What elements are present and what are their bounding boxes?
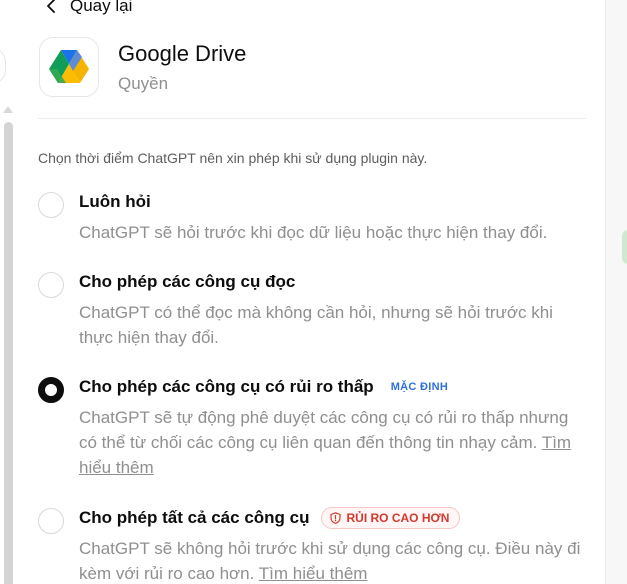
app-name: Google Drive	[118, 41, 247, 66]
chevron-left-icon	[47, 0, 55, 13]
option-description: ChatGPT sẽ tự động phê duyệt các công cụ…	[79, 405, 589, 480]
learn-more-link[interactable]: Tìm hiểu thêm	[259, 564, 368, 583]
option-title-text: Cho phép các công cụ đọc	[79, 272, 296, 291]
option-description: ChatGPT sẽ hỏi trước khi đọc dữ liệu hoặ…	[79, 223, 548, 242]
option-description: ChatGPT có thể đọc mà không cần hỏi, như…	[79, 303, 553, 347]
permissions-panel: Quay lại Google Drive Quyền Chọn thời đi…	[0, 0, 627, 584]
scroll-up-arrow-icon[interactable]	[3, 106, 13, 113]
sidebar-button-edge[interactable]	[0, 48, 6, 84]
back-button[interactable]: Quay lại	[46, 0, 132, 18]
background-page-peek	[606, 0, 627, 584]
option-allow-all-tools[interactable]: Cho phép tất cả các công cụ RỦI RO CAO H…	[38, 506, 598, 584]
option-title-text: Cho phép tất cả các công cụ	[79, 508, 310, 527]
header-divider	[38, 118, 586, 119]
scrollbar-thumb[interactable]	[4, 122, 13, 584]
higher-risk-badge-text: RỦI RO CAO HƠN	[346, 511, 450, 525]
left-gutter	[0, 0, 18, 584]
option-title: Cho phép các công cụ đọc	[79, 270, 598, 294]
background-element	[622, 230, 627, 264]
option-title: Luôn hỏi	[79, 190, 598, 214]
option-title-text: Cho phép các công cụ có rủi ro thấp	[79, 377, 374, 396]
option-always-ask[interactable]: Luôn hỏi ChatGPT sẽ hỏi trước khi đọc dữ…	[38, 190, 598, 245]
app-icon	[39, 37, 99, 97]
option-title: Cho phép tất cả các công cụ RỦI RO CAO H…	[79, 506, 598, 530]
radio-allow-all-tools[interactable]	[38, 508, 64, 534]
back-label: Quay lại	[70, 0, 133, 15]
radio-always-ask[interactable]	[38, 192, 64, 218]
default-badge: MẶC ĐỊNH	[390, 381, 449, 393]
option-title-text: Luôn hỏi	[79, 192, 151, 211]
option-description-text: ChatGPT sẽ tự động phê duyệt các công cụ…	[79, 408, 569, 452]
option-description: ChatGPT sẽ không hỏi trước khi sử dụng c…	[79, 536, 589, 584]
option-allow-read-tools[interactable]: Cho phép các công cụ đọc ChatGPT có thể …	[38, 270, 598, 350]
app-header: Google Drive Quyền	[39, 37, 246, 97]
shield-alert-icon	[329, 512, 341, 524]
google-drive-logo-icon	[49, 50, 89, 83]
radio-allow-read-tools[interactable]	[38, 272, 64, 298]
app-subtitle: Quyền	[118, 74, 169, 93]
radio-allow-low-risk-tools[interactable]	[38, 377, 64, 403]
option-title: Cho phép các công cụ có rủi ro thấp MẶC …	[79, 375, 598, 399]
higher-risk-badge: RỦI RO CAO HƠN	[320, 507, 461, 529]
intro-text: Chọn thời điểm ChatGPT nên xin phép khi …	[38, 150, 428, 166]
option-allow-low-risk-tools[interactable]: Cho phép các công cụ có rủi ro thấp MẶC …	[38, 375, 598, 480]
